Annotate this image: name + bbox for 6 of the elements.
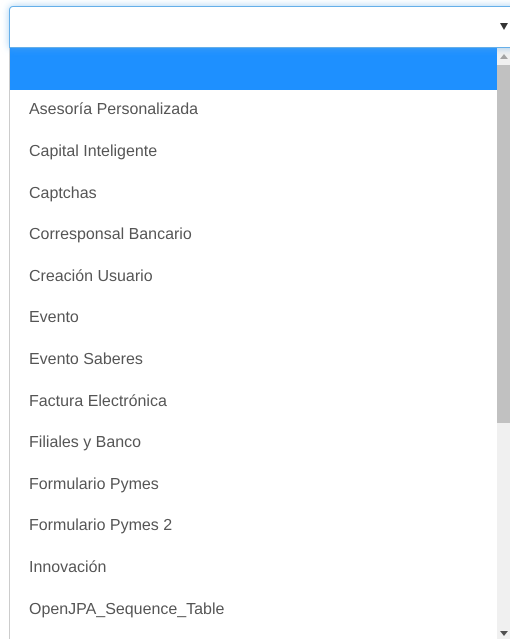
scrollbar-thumb[interactable] (497, 65, 510, 423)
scrollbar[interactable] (497, 48, 510, 639)
select-field[interactable] (9, 6, 510, 48)
scroll-down-icon[interactable] (500, 631, 508, 636)
scroll-up-icon[interactable] (500, 54, 508, 59)
caret-icon (500, 20, 510, 32)
